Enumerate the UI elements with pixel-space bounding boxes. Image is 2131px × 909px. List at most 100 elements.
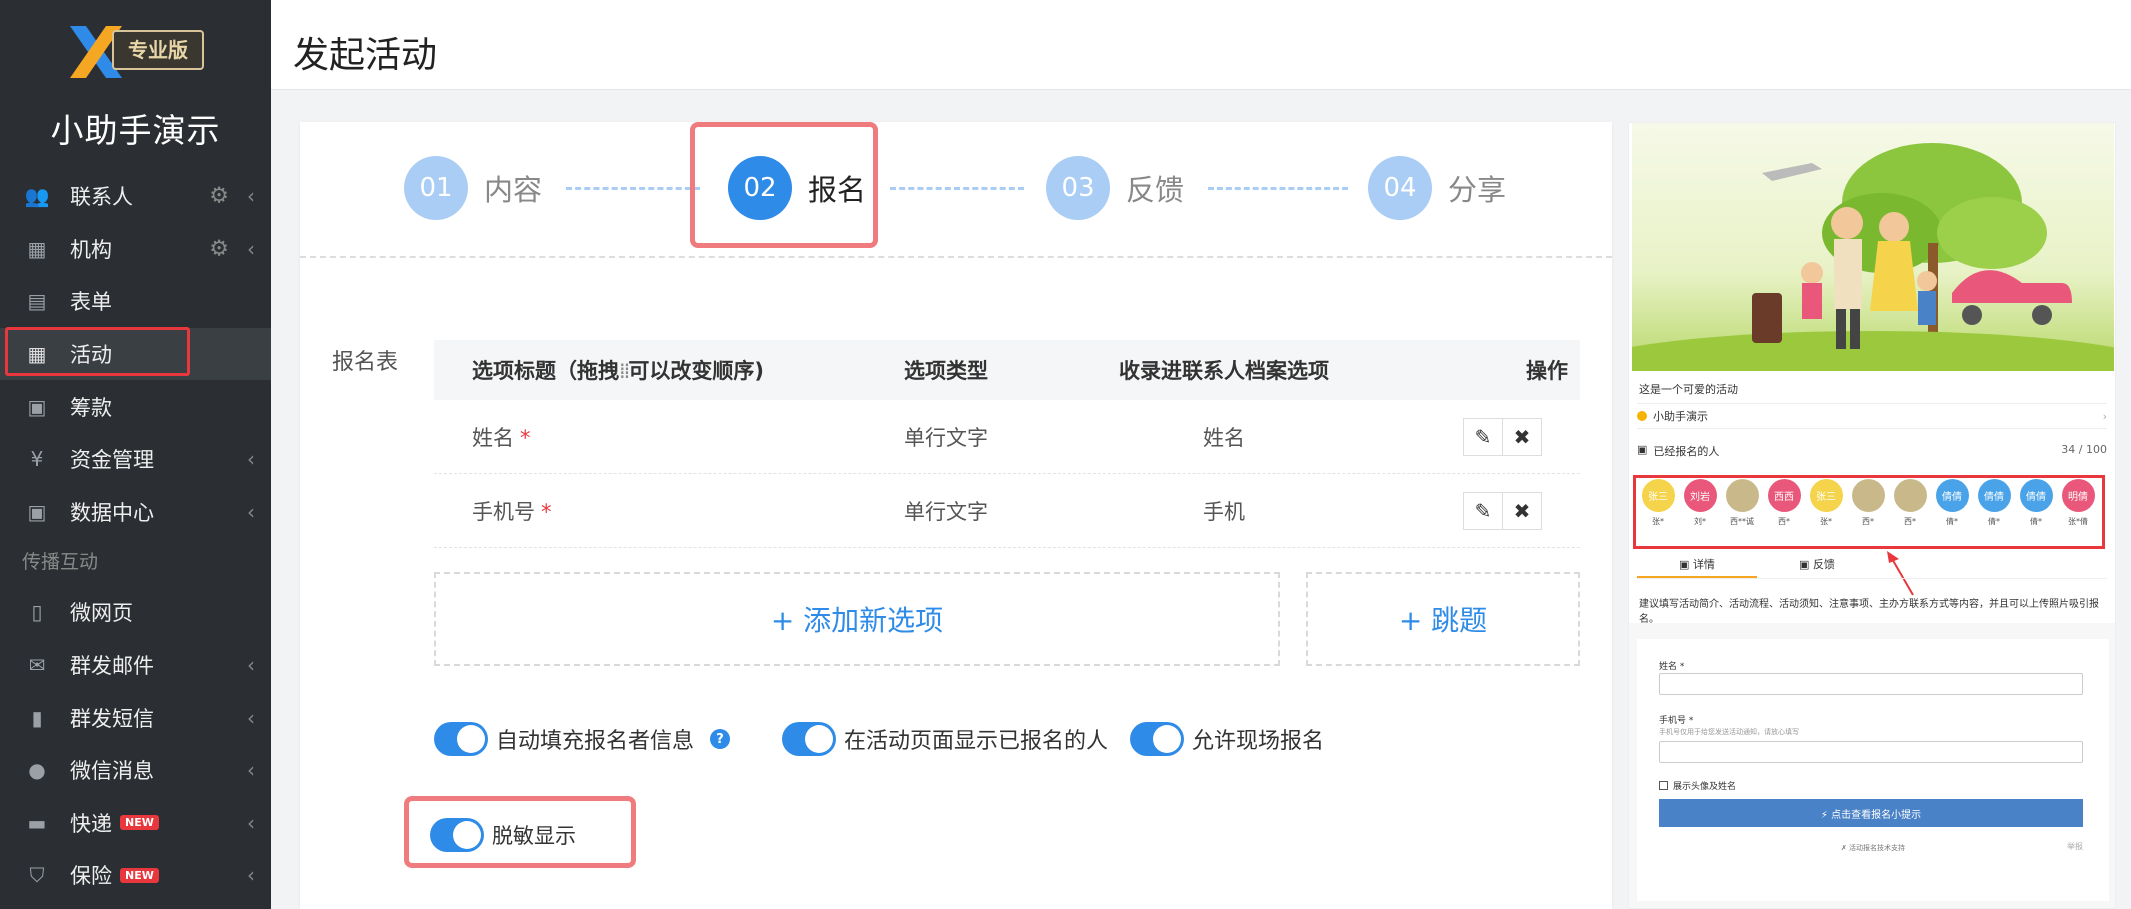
field-title: 姓名 * (434, 422, 904, 452)
sidebar-item-fundraising[interactable]: ▣ 筹款 (0, 380, 271, 433)
cash-icon: ▣ (27, 394, 47, 419)
delete-x-icon[interactable]: ✖ (1502, 491, 1542, 530)
step-label: 分享 (1448, 173, 1507, 207)
sidebar-section-label: 传播互动 (22, 551, 99, 574)
tab-feedback[interactable]: ▣ 反馈 (1757, 553, 1877, 578)
step-content[interactable]: 01 内容 (404, 156, 542, 220)
preview-phone-input[interactable] (1659, 741, 2083, 763)
registered-count: 34 / 100 (2061, 443, 2107, 456)
row-actions: ✎ ✖ (1374, 417, 1580, 456)
field-title-text: 手机号 (472, 499, 535, 524)
toggle-switch[interactable] (434, 722, 488, 756)
sidebar-item-insurance[interactable]: ⛉ 保险 NEW ‹ (0, 849, 271, 902)
preview-field-phone-label: 手机号 * (1659, 716, 1694, 726)
new-badge: NEW (120, 867, 159, 883)
form-label: 报名表 (332, 350, 399, 375)
sidebar-item-mass-sms[interactable]: ▮ 群发短信 ‹ (0, 691, 271, 744)
highlight-box-activities (5, 327, 190, 376)
toggle-show-registered[interactable]: 在活动页面显示已报名的人 (782, 722, 1108, 756)
drag-handle-icon: ⁞⁞ (619, 359, 630, 383)
registered-icon: ▣ (1637, 443, 1648, 456)
field-title: 手机号 * (434, 496, 904, 526)
toggle-switch[interactable] (1130, 722, 1185, 756)
main-card: 01 内容 02 报名 03 反馈 04 分享 报名表 选项标题（拖拽⁞⁞可以改… (300, 122, 1612, 909)
step-number: 01 (404, 156, 468, 220)
toggle-onsite-registration[interactable]: 允许现场报名 (1130, 722, 1324, 756)
sidebar-item-mass-email[interactable]: ✉ 群发邮件 ‹ (0, 639, 271, 692)
sidebar-item-data-center[interactable]: ▣ 数据中心 ‹ (0, 486, 271, 539)
sidebar-item-label: 保险 (70, 864, 112, 889)
chevron-left-icon: ‹ (247, 447, 255, 472)
step-feedback[interactable]: 03 反馈 (1046, 156, 1184, 220)
delete-x-icon[interactable]: ✖ (1502, 417, 1542, 456)
col-mapping: 收录进联系人档案选项 (1119, 359, 1329, 383)
sidebar-item-microsite[interactable]: ▯ 微网页 (0, 586, 271, 639)
required-mark: * (520, 425, 531, 450)
toggle-desensitize[interactable]: 脱敏显示 (430, 818, 576, 852)
step-share[interactable]: 04 分享 (1368, 156, 1506, 220)
toggle-label: 自动填充报名者信息 (496, 729, 695, 754)
sidebar-item-label: 筹款 (70, 395, 112, 420)
top-bar: 发起活动 (271, 0, 2131, 90)
preview-report-link[interactable]: 举报 (2067, 841, 2083, 852)
checkbox-icon (1659, 781, 1668, 790)
app-logo[interactable]: 专业版 (66, 24, 206, 80)
toggle-switch[interactable] (430, 818, 484, 852)
preview-show-avatar-checkbox[interactable]: 展示头像及姓名 (1659, 779, 1736, 792)
table-row[interactable]: 姓名 * 单行文字 姓名 ✎ ✖ (434, 400, 1580, 474)
chevron-left-icon: ‹ (247, 758, 255, 783)
tab-detail[interactable]: ▣ 详情 (1637, 553, 1757, 578)
phone-icon: ▮ (31, 705, 43, 730)
chevron-left-icon: ‹ (247, 863, 255, 888)
chevron-left-icon: ‹ (247, 653, 255, 678)
edit-pencil-icon[interactable]: ✎ (1463, 491, 1503, 530)
family-illustration (1632, 143, 2114, 371)
step-label: 内容 (484, 173, 543, 207)
sidebar-item-contacts[interactable]: 👥 联系人 ⚙ ‹ (0, 170, 271, 223)
sidebar: 专业版 小助手演示 👥 联系人 ⚙ ‹ ▦ 机构 ⚙ ‹ ▤ 表单 ▦ 活动 ▣… (0, 0, 271, 909)
add-option-button[interactable]: + 添加新选项 (434, 572, 1280, 666)
toggle-label: 允许现场报名 (1192, 729, 1325, 754)
table-row[interactable]: 手机号 * 单行文字 手机 ✎ ✖ (434, 474, 1580, 548)
chevron-left-icon: ‹ (247, 184, 255, 209)
field-mapping: 姓名 (1203, 425, 1245, 450)
checkbox-label: 展示头像及姓名 (1673, 782, 1737, 792)
field-mapping: 手机 (1203, 499, 1245, 524)
field-type: 单行文字 (904, 499, 988, 524)
sidebar-item-forms[interactable]: ▤ 表单 (0, 275, 271, 328)
sidebar-item-label: 快递 (70, 811, 112, 836)
step-progress: 01 内容 02 报名 03 反馈 04 分享 (300, 122, 1612, 257)
step-connector (1208, 187, 1348, 190)
mail-icon: ✉ (28, 653, 46, 678)
gear-icon[interactable]: ⚙ (209, 236, 229, 261)
chevron-left-icon: ‹ (247, 810, 255, 835)
field-type: 单行文字 (904, 425, 988, 450)
sidebar-item-organization[interactable]: ▦ 机构 ⚙ ‹ (0, 223, 271, 276)
row-actions: ✎ ✖ (1374, 491, 1580, 530)
preview-organizer[interactable]: 小助手演示 › (1637, 403, 2107, 429)
step-connector (566, 187, 700, 190)
required-mark: * (541, 499, 552, 524)
sidebar-item-express[interactable]: ▬ 快递 NEW ‹ (0, 797, 271, 850)
highlight-box-step (690, 122, 878, 248)
preview-activity-title: 这是一个可爱的活动 (1639, 383, 1738, 396)
sidebar-item-fund-management[interactable]: ¥ 资金管理 ‹ (0, 433, 271, 486)
preview-name-input[interactable] (1659, 673, 2083, 695)
help-question-icon[interactable]: ? (710, 729, 731, 749)
sidebar-item-label: 微网页 (70, 601, 133, 626)
jump-question-button[interactable]: + 跳题 (1306, 572, 1580, 666)
edit-pencil-icon[interactable]: ✎ (1463, 417, 1503, 456)
preview-registered-header: ▣ 已经报名的人 34 / 100 (1637, 443, 2107, 459)
sidebar-item-label: 表单 (70, 290, 112, 315)
preview-form-area: 姓名 * 手机号 * 手机号仅用于给您发送活动通知，请放心填写 展示头像及姓名 … (1629, 623, 2115, 908)
sidebar-item-label: 数据中心 (70, 500, 154, 525)
preview-submit-button[interactable]: ⚡ 点击查看报名小提示 (1659, 799, 2083, 827)
toggle-switch[interactable] (782, 722, 837, 756)
registered-label: 已经报名的人 (1653, 445, 1720, 458)
brand-name: 小助手演示 (50, 111, 221, 150)
contacts-icon: 👥 (24, 184, 50, 209)
toggle-autofill[interactable]: 自动填充报名者信息 ? (434, 722, 760, 756)
sidebar-item-wechat[interactable]: ● 微信消息 ‹ (0, 744, 271, 797)
mobile-preview: 这是一个可爱的活动 小助手演示 › ▣ 已经报名的人 34 / 100 张三 张*… (1628, 122, 2116, 909)
gear-icon[interactable]: ⚙ (209, 184, 229, 209)
